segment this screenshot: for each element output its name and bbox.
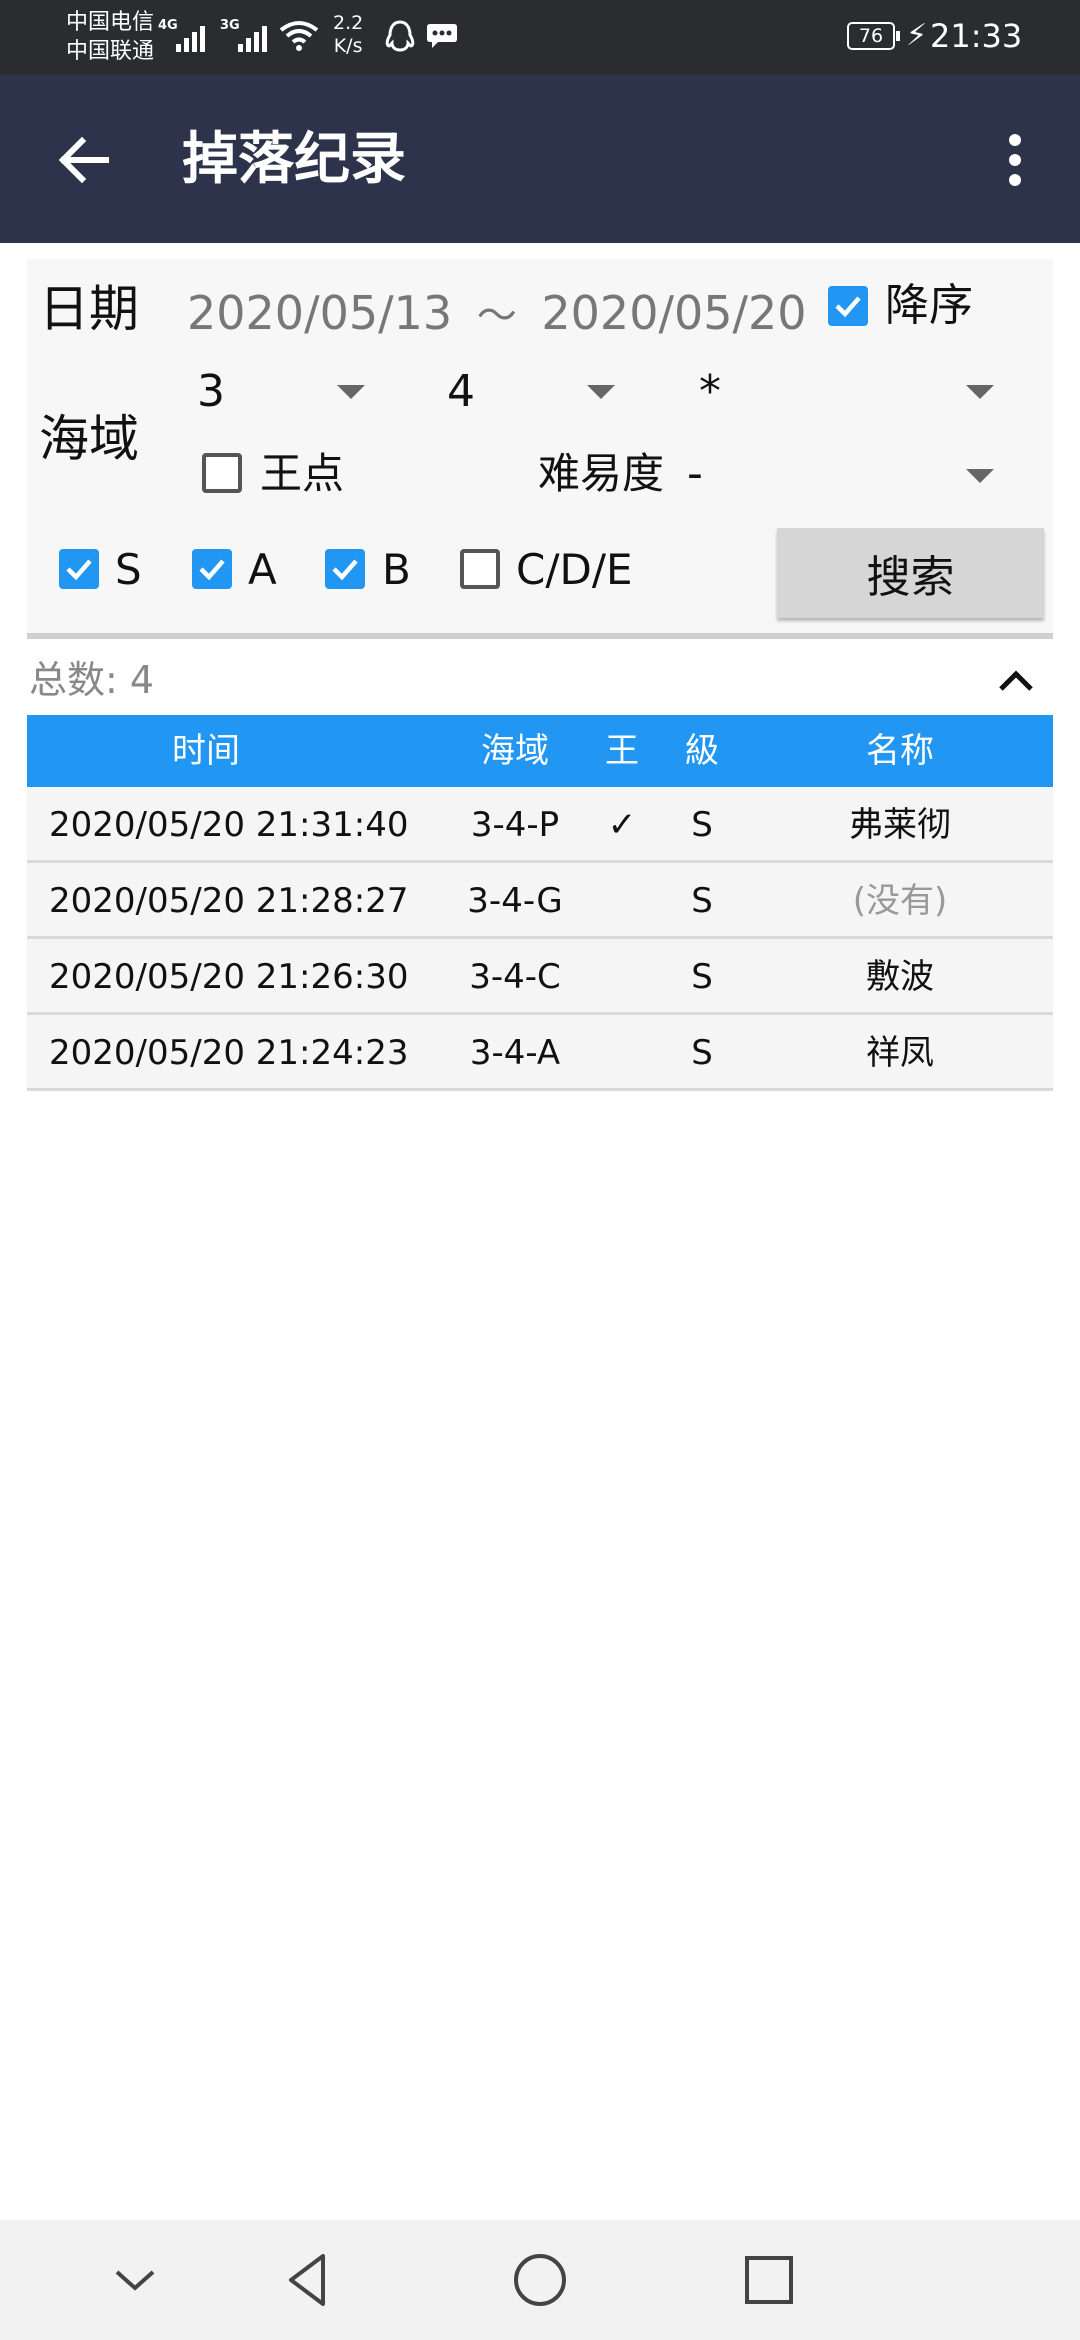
dropdown-arrow-icon: [587, 385, 615, 399]
network-speed: 2.2 K/s: [333, 12, 364, 57]
descending-label: 降序: [885, 280, 973, 331]
search-button[interactable]: 搜索: [777, 528, 1044, 618]
wifi-icon: [278, 18, 320, 56]
app-bar: 掉落纪录: [0, 75, 1080, 243]
cell-time: 2020/05/20 21:28:27: [49, 881, 409, 921]
qq-icon: [384, 20, 416, 58]
difficulty-label: 难易度: [538, 449, 665, 498]
chevron-down-icon[interactable]: [103, 2248, 167, 2312]
more-vertical-icon[interactable]: [990, 130, 1040, 190]
date-from[interactable]: 2020/05/13: [187, 286, 452, 340]
system-nav-bar: [0, 2220, 1080, 2340]
cell-area: 3-4-A: [469, 1033, 561, 1073]
header-time[interactable]: 时间: [27, 715, 385, 787]
table-header: 时间 海域 王 級 名称: [27, 715, 1053, 787]
descending-checkbox[interactable]: [828, 286, 868, 326]
cell-name: 祥凤: [866, 1033, 934, 1073]
cell-name: 弗莱彻: [849, 805, 951, 845]
chevron-up-icon[interactable]: [996, 665, 1036, 695]
dropdown-arrow-icon: [966, 385, 994, 399]
cell-rank: S: [691, 881, 713, 921]
rank-cde-label: C/D/E: [516, 545, 633, 594]
chat-icon: [426, 22, 458, 54]
filter-panel: 日期 2020/05/13 ～ 2020/05/20 降序 海域 3 4 * 王…: [27, 259, 1053, 639]
carrier-2: 中国联通: [66, 39, 155, 64]
table-row[interactable]: 2020/05/20 21:28:27 3-4-G S (没有): [27, 863, 1053, 939]
cell-time: 2020/05/20 21:31:40: [49, 805, 409, 845]
recents-square-icon[interactable]: [737, 2248, 801, 2312]
total-count: 总数: 4: [29, 658, 155, 702]
dropdown-arrow-icon: [966, 469, 994, 483]
rank-s-label: S: [115, 545, 142, 594]
header-rank[interactable]: 級: [667, 715, 737, 787]
cell-rank: S: [691, 1033, 713, 1073]
home-circle-icon[interactable]: [508, 2248, 572, 2312]
cell-name: 敷波: [866, 957, 934, 997]
date-range: 2020/05/13 ～ 2020/05/20: [187, 283, 807, 346]
cell-boss: ✓: [607, 805, 637, 845]
cell-name: (没有): [852, 881, 948, 921]
date-label: 日期: [39, 280, 139, 338]
page-title: 掉落纪录: [182, 127, 406, 192]
rank-a-label: A: [248, 545, 277, 594]
clock: 21:33: [930, 17, 1023, 55]
date-separator: ～: [476, 293, 517, 339]
cell-area: 3-4-C: [469, 957, 561, 997]
rank-cde-checkbox[interactable]: [460, 549, 500, 589]
cell-area: 3-4-P: [470, 805, 560, 845]
header-area[interactable]: 海域: [425, 715, 605, 787]
table-row[interactable]: 2020/05/20 21:24:23 3-4-A S 祥凤: [27, 1015, 1053, 1091]
cell-time: 2020/05/20 21:24:23: [49, 1033, 409, 1073]
charging-icon: ⚡: [906, 18, 928, 53]
battery-icon: 76: [847, 22, 900, 50]
rank-b-label: B: [382, 545, 411, 594]
boss-label: 王点: [260, 449, 345, 498]
cell-rank: S: [691, 957, 713, 997]
header-boss[interactable]: 王: [587, 715, 657, 787]
date-to[interactable]: 2020/05/20: [541, 286, 806, 340]
drop-record-table: 时间 海域 王 級 名称 2020/05/20 21:31:40 3-4-P ✓…: [27, 715, 1053, 1091]
cell-area: 3-4-G: [467, 881, 563, 921]
area-label: 海域: [39, 410, 139, 468]
rank-b-checkbox[interactable]: [325, 549, 365, 589]
boss-checkbox[interactable]: [202, 453, 242, 493]
cell-time: 2020/05/20 21:26:30: [49, 957, 409, 997]
table-row[interactable]: 2020/05/20 21:31:40 3-4-P ✓ S 弗莱彻: [27, 787, 1053, 863]
cell-rank: S: [691, 805, 713, 845]
carrier-1: 中国电信: [66, 10, 155, 35]
back-arrow-icon[interactable]: [50, 125, 120, 195]
dropdown-arrow-icon: [337, 385, 365, 399]
rank-s-checkbox[interactable]: [59, 549, 99, 589]
rank-a-checkbox[interactable]: [192, 549, 232, 589]
back-triangle-icon[interactable]: [277, 2248, 341, 2312]
carrier-names: 中国电信 中国联通: [66, 8, 154, 66]
table-row[interactable]: 2020/05/20 21:26:30 3-4-C S 敷波: [27, 939, 1053, 1015]
status-bar: 中国电信 中国联通 4G 3G 2.2 K/s 76 ⚡ 21:33: [0, 0, 1080, 75]
header-name[interactable]: 名称: [747, 715, 1053, 787]
